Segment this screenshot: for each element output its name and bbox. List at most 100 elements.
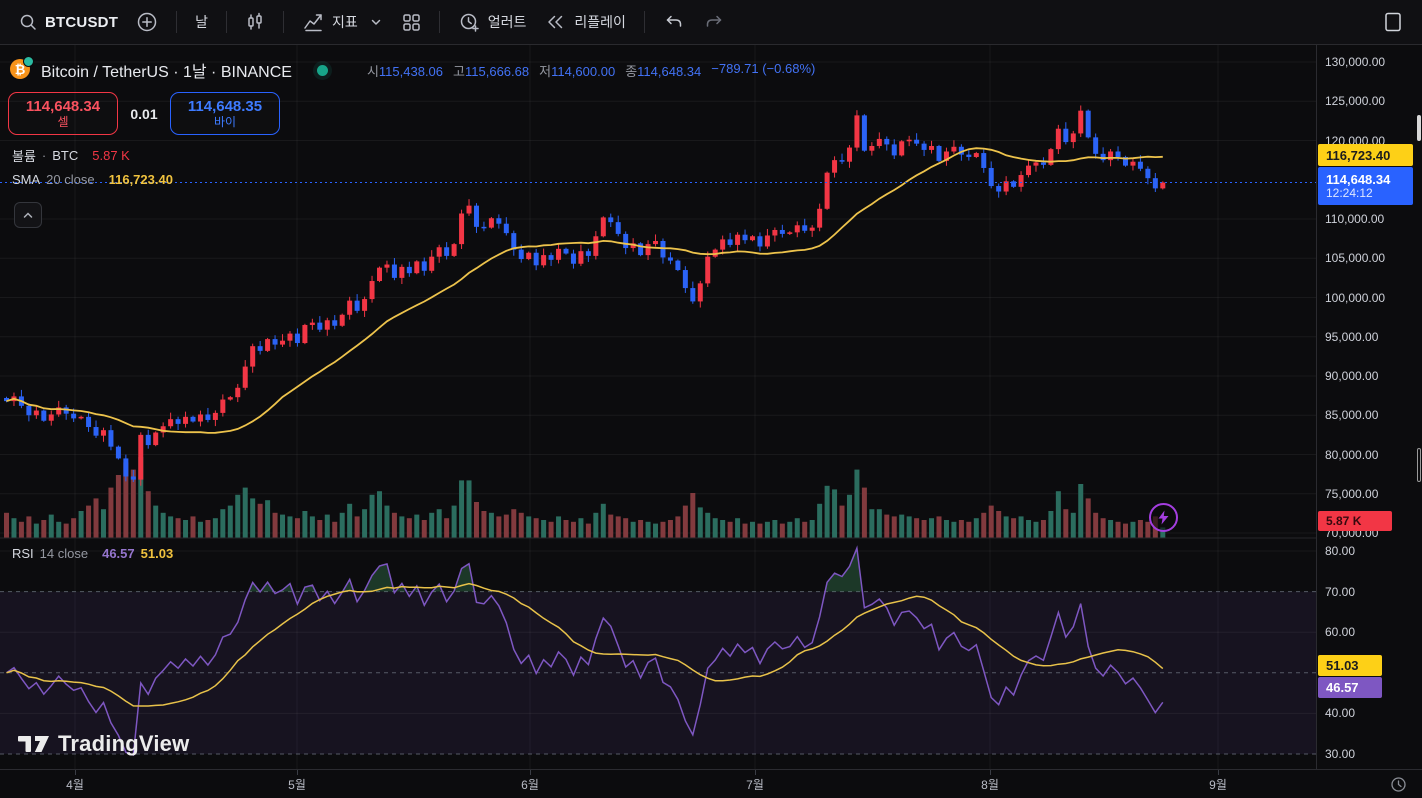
rsi-axis-label: 46.57 xyxy=(1318,677,1382,698)
replay-button[interactable]: 리플레이 xyxy=(535,5,635,39)
sell-button[interactable]: 114,648.34 셀 xyxy=(8,92,118,135)
rsi-axis-tick: 80.00 xyxy=(1325,544,1355,558)
toolbar-separator xyxy=(226,11,227,33)
indicators-label: 지표 xyxy=(332,12,358,32)
grid-layout-icon xyxy=(401,12,421,32)
bitcoin-icon: ₿ xyxy=(10,59,32,81)
right-panel-rail[interactable] xyxy=(1417,45,1422,769)
tradingview-logo[interactable]: TradingView xyxy=(18,731,189,757)
rsi-value: 46.57 xyxy=(102,546,135,561)
panel-handle[interactable] xyxy=(1417,448,1421,482)
rsi-axis-tick: 40.00 xyxy=(1325,706,1355,720)
lightning-bolt-icon xyxy=(1157,510,1170,525)
time-axis-month-label: 5월 xyxy=(288,776,306,793)
time-axis-tick xyxy=(1218,770,1219,775)
price-axis-tick: 125,000.00 xyxy=(1325,94,1385,108)
candlestick-icon xyxy=(245,12,265,32)
sma-legend[interactable]: SMA 20 close 116,723.40 xyxy=(12,172,173,187)
price-axis-tick: 95,000.00 xyxy=(1325,330,1378,344)
symbol-name: BTCUSDT xyxy=(45,14,118,31)
indicators-templates-button[interactable] xyxy=(367,9,392,35)
undo-button[interactable] xyxy=(654,5,694,39)
rsi-params: 14 close xyxy=(40,546,88,561)
last-price-axis-label: 114,648.34 12:24:12 xyxy=(1318,167,1413,205)
open-label: 시 xyxy=(367,64,379,79)
tradingview-logo-icon xyxy=(18,734,50,754)
price-axis-tick: 75,000.00 xyxy=(1325,487,1378,501)
change-value: −789.71 (−0.68%) xyxy=(711,61,815,80)
replay-label: 리플레이 xyxy=(574,12,626,32)
price-axis-tick: 110,000.00 xyxy=(1325,212,1384,226)
panel-toggle-button[interactable] xyxy=(1374,5,1412,39)
interval-label: 날 xyxy=(195,12,208,32)
buy-price: 114,648.35 xyxy=(188,98,262,115)
chart-area[interactable]: ₿ Bitcoin / TetherUS · 1날 · BINANCE 시115… xyxy=(0,45,1316,769)
low-value: 114,600.00 xyxy=(551,64,615,79)
high-label: 고 xyxy=(453,64,465,79)
sma-params: 20 close xyxy=(46,172,94,187)
time-axis-tick xyxy=(755,770,756,775)
time-axis-tick xyxy=(75,770,76,775)
plus-circle-icon xyxy=(136,11,158,33)
high-value: 115,666.68 xyxy=(465,64,529,79)
layout-grid-button[interactable] xyxy=(392,6,430,38)
sma-axis-label: 116,723.40 xyxy=(1318,144,1413,166)
scrollbar-thumb[interactable] xyxy=(1417,115,1421,141)
time-axis-month-label: 4월 xyxy=(66,776,84,793)
volume-separator: · xyxy=(42,148,46,163)
alert-label: 얼러트 xyxy=(488,12,527,32)
alert-button[interactable]: 얼러트 xyxy=(449,5,536,39)
sell-label: 셀 xyxy=(57,115,68,130)
legend-collapse-button[interactable] xyxy=(14,202,42,228)
toolbar-separator xyxy=(644,11,645,33)
interval-button[interactable]: 날 xyxy=(186,6,217,38)
price-axis[interactable]: 30.0040.0060.0070.0080.0070,000.0075,000… xyxy=(1316,45,1417,769)
main-legend: ₿ Bitcoin / TetherUS · 1날 · BINANCE 시115… xyxy=(10,58,815,82)
instant-trading-icon[interactable] xyxy=(1149,503,1178,532)
time-axis[interactable]: 4월 5월 6월 7월 8월 9월 xyxy=(0,769,1422,793)
time-axis-month-label: 7월 xyxy=(746,776,764,793)
toolbar-separator xyxy=(283,11,284,33)
price-chart-canvas[interactable] xyxy=(0,45,1316,769)
time-axis-tick xyxy=(530,770,531,775)
time-axis-month-label: 9월 xyxy=(1209,776,1227,793)
bar-countdown: 12:24:12 xyxy=(1326,187,1413,200)
chart-style-button[interactable] xyxy=(236,6,274,38)
compare-add-button[interactable] xyxy=(127,5,167,39)
price-axis-tick: 90,000.00 xyxy=(1325,369,1378,383)
volume-title: 볼륨 xyxy=(12,146,36,165)
open-value: 115,438.06 xyxy=(379,64,443,79)
pair-title[interactable]: Bitcoin / TetherUS · 1날 · BINANCE xyxy=(41,58,292,82)
panel-icon xyxy=(1383,11,1403,33)
price-axis-tick: 130,000.00 xyxy=(1325,55,1385,69)
volume-axis-label: 5.87 K xyxy=(1318,511,1392,531)
rsi-axis-tick: 30.00 xyxy=(1325,747,1355,761)
trade-panel: 114,648.34 셀 0.01 114,648.35 바이 xyxy=(8,92,280,135)
chevron-down-icon xyxy=(369,15,383,29)
search-icon xyxy=(19,13,37,31)
rsi-name: RSI xyxy=(12,546,34,561)
toolbar-separator xyxy=(176,11,177,33)
time-axis-month-label: 6월 xyxy=(521,776,539,793)
redo-button[interactable] xyxy=(694,5,734,39)
toolbar-separator xyxy=(439,11,440,33)
indicators-button[interactable]: 지표 xyxy=(293,5,367,39)
rsi-legend[interactable]: RSI 14 close 46.57 51.03 xyxy=(12,546,173,561)
rsi-ma-axis-label: 51.03 xyxy=(1318,655,1382,676)
price-axis-tick: 80,000.00 xyxy=(1325,448,1378,462)
time-axis-month-label: 8월 xyxy=(981,776,999,793)
market-status-dot-icon[interactable] xyxy=(317,65,328,76)
top-toolbar: BTCUSDT 날 지표 얼러트 리플 xyxy=(0,0,1422,45)
timezone-clock-icon[interactable] xyxy=(1390,776,1407,798)
volume-value: 5.87 K xyxy=(92,148,130,163)
time-axis-tick xyxy=(297,770,298,775)
alarm-clock-plus-icon xyxy=(458,11,480,33)
sma-value: 116,723.40 xyxy=(109,172,173,187)
volume-legend[interactable]: 볼륨 · BTC 5.87 K xyxy=(12,146,130,165)
volume-unit: BTC xyxy=(52,148,78,163)
replay-rewind-icon xyxy=(544,11,566,33)
symbol-search-button[interactable]: BTCUSDT xyxy=(10,7,127,37)
buy-button[interactable]: 114,648.35 바이 xyxy=(170,92,280,135)
time-axis-tick xyxy=(990,770,991,775)
rsi-axis-tick: 70.00 xyxy=(1325,585,1355,599)
